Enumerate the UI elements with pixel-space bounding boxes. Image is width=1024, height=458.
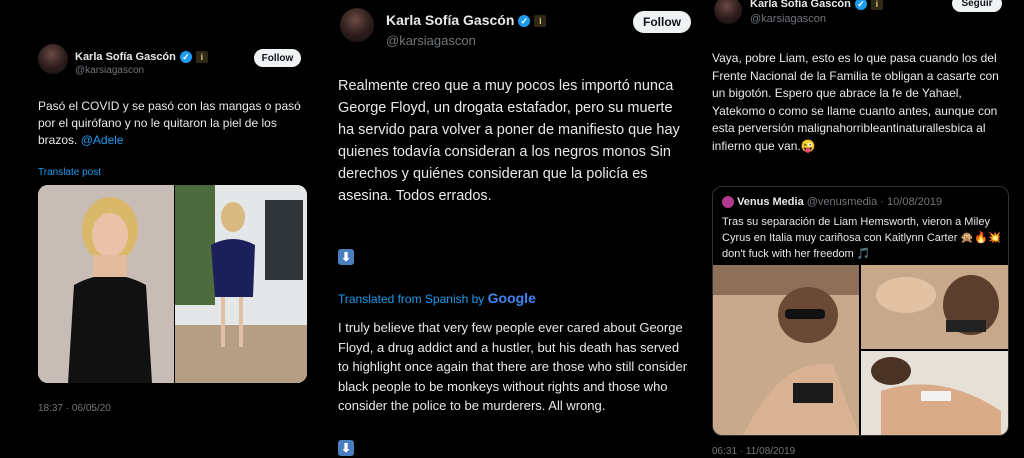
quote-handle: @venusmedia (806, 196, 878, 208)
tweet-translation: I truly believe that very few people eve… (338, 320, 688, 413)
author-name-text: Karla Sofía Gascón (750, 0, 851, 10)
quote-source: Venus Media (737, 196, 804, 208)
author-name[interactable]: Karla Sofía Gascón ✓ i (75, 51, 208, 64)
verified-badge-icon: ✓ (179, 51, 192, 64)
tweet-photo-right[interactable] (175, 185, 307, 383)
translate-post-link[interactable]: Translate post (38, 167, 101, 178)
translation-attribution[interactable]: Translated from Spanish by Google (338, 290, 536, 306)
follow-button[interactable]: Follow (254, 49, 301, 67)
tweet-card-adele: Karla Sofía Gascón ✓ i @karsiagascon Follo… (0, 0, 328, 458)
author-handle[interactable]: @karsiagascon (75, 65, 144, 76)
info-badge-icon: i (195, 51, 208, 64)
quote-date: · 10/08/2019 (880, 196, 943, 208)
person-outdoor-icon (175, 185, 307, 383)
translated-label: Translated from Spanish by (338, 292, 485, 306)
tweet-body: Pasó el COVID y se pasó con las mangas o… (38, 98, 308, 149)
verified-badge-icon: ✓ (518, 15, 531, 28)
down-arrow-icon: ⬇ (338, 440, 354, 456)
tweet-timestamp[interactable]: 06:31 · 11/08/2019 (712, 446, 795, 457)
quote-photo-top-right[interactable] (861, 265, 1008, 349)
quote-photo-left[interactable] (713, 265, 859, 435)
quote-header: Venus Media @venusmedia · 10/08/2019 (722, 196, 943, 209)
down-arrow-icon: ⬇ (338, 249, 354, 265)
avatar[interactable] (714, 0, 742, 24)
person-lying-icon (861, 351, 1008, 435)
info-badge-icon: i (870, 0, 883, 11)
mention-link[interactable]: @Adele (81, 133, 124, 147)
avatar[interactable] (38, 44, 68, 74)
avatar[interactable] (340, 8, 374, 42)
person-sunbathing-icon (713, 265, 859, 435)
tweet-photo-left[interactable] (38, 185, 174, 383)
info-badge-icon: i (534, 15, 547, 28)
person-silhouette-icon (38, 185, 174, 383)
tweet-body: Vaya, pobre Liam, esto es lo que pasa cu… (712, 51, 999, 153)
follow-button[interactable]: Seguir (952, 0, 1002, 12)
tweet-body: Realmente creo que a muy pocos les impor… (338, 78, 680, 204)
quoted-tweet[interactable]: Venus Media @venusmedia · 10/08/2019 Tra… (712, 186, 1009, 436)
quote-text: Tras su separación de Liam Hemsworth, vi… (722, 216, 1002, 260)
google-logo: Google (487, 290, 536, 306)
author-name[interactable]: Karla Sofía Gascón ✓ i (750, 0, 883, 11)
tweet-text: Pasó el COVID y se pasó con las mangas o… (38, 99, 301, 147)
venus-media-logo-icon (722, 196, 734, 209)
follow-button[interactable]: Follow (633, 11, 691, 33)
tweet-timestamp[interactable]: 18:37 · 06/05/20 (38, 403, 111, 414)
author-handle[interactable]: @karsiagascon (386, 33, 476, 48)
author-name-text: Karla Sofía Gascón (386, 12, 515, 28)
tweet-card-floyd: Karla Sofía Gascón ✓ i @karsiagascon Follo… (322, 0, 702, 458)
quote-photo-bottom-right[interactable] (861, 351, 1008, 435)
author-handle[interactable]: @karsiagascon (750, 13, 826, 25)
author-name[interactable]: Karla Sofía Gascón ✓ i (386, 12, 547, 28)
tweet-card-liam: Karla Sofía Gascón ✓ i @karsiagascon Segui… (702, 0, 1024, 458)
person-beach-icon (861, 265, 1008, 349)
verified-badge-icon: ✓ (854, 0, 867, 11)
author-name-text: Karla Sofía Gascón (75, 51, 176, 63)
